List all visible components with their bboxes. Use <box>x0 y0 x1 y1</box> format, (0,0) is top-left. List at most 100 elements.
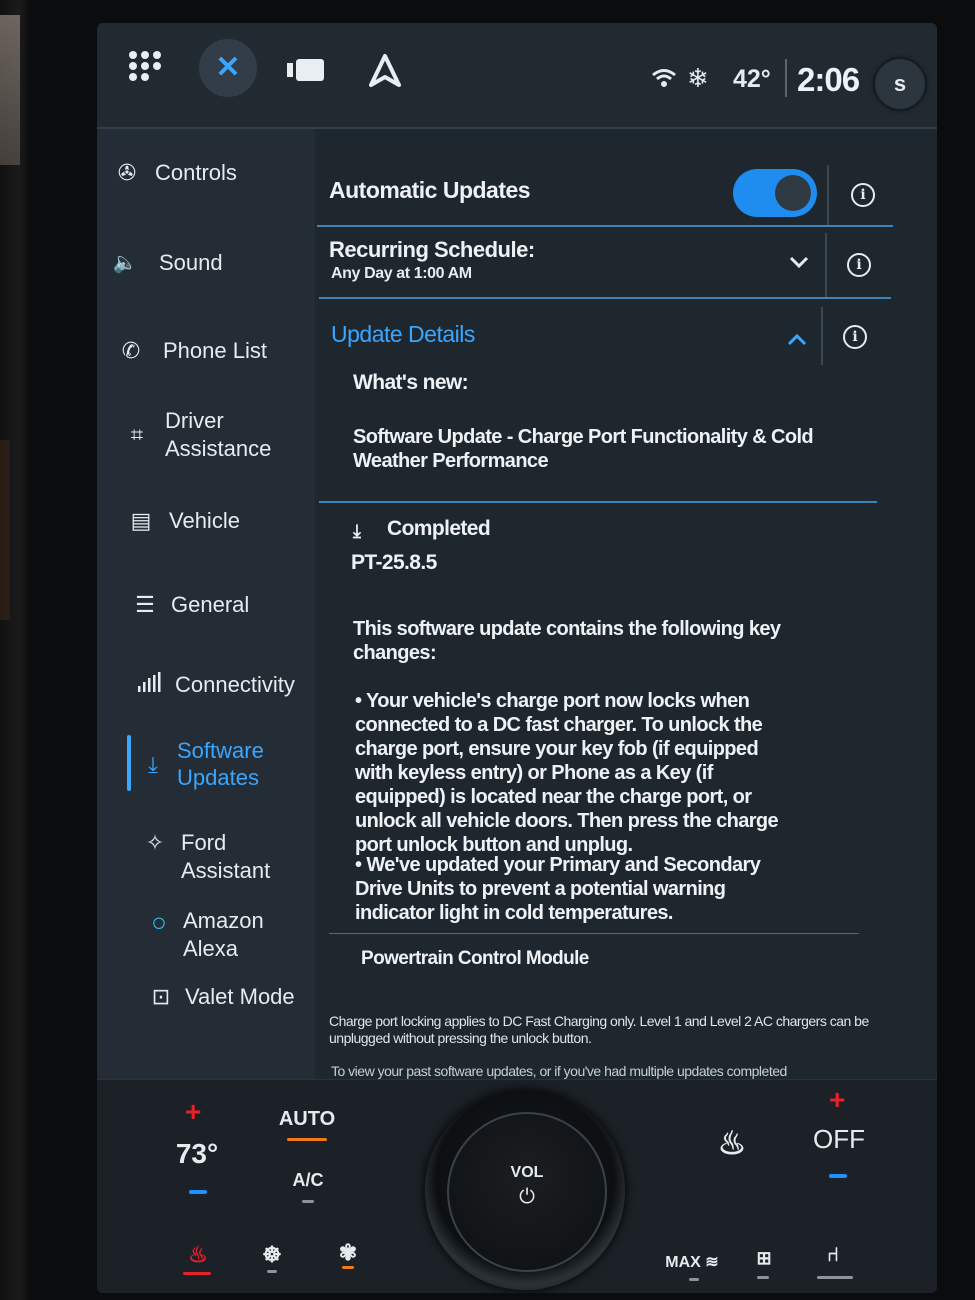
sidebar-item-connectivity[interactable]: Connectivity <box>97 669 315 703</box>
separator <box>821 307 823 365</box>
sidebar-item-software-updates[interactable]: ⤓ Software Updates <box>97 735 315 795</box>
close-button[interactable]: ✕ <box>199 39 257 97</box>
update-bullet-2: • We've updated your Primary and Seconda… <box>355 854 761 924</box>
sidebar-item-ford-assistant[interactable]: ✧ Ford Assistant <box>97 827 315 883</box>
download-complete-icon: ⤓ <box>353 521 361 541</box>
chevron-down-icon[interactable] <box>789 249 809 275</box>
sidebar-item-vehicle[interactable]: ▤ Vehicle <box>97 505 315 539</box>
signal-bars-icon <box>135 671 163 699</box>
profile-avatar[interactable]: s <box>875 59 925 109</box>
recurring-schedule-value: Any Day at 1:00 AM <box>331 265 472 282</box>
sidebar-item-amazon-alexa[interactable]: ○ Amazon Alexa <box>97 905 315 961</box>
module-label: Powertrain Control Module <box>361 948 589 969</box>
toggle-knob <box>775 175 811 211</box>
navigation-icon[interactable] <box>367 53 403 89</box>
top-bar: ✕ ❄ 42° 2:06 s <box>97 23 937 129</box>
fan-indicator <box>342 1266 354 1269</box>
whats-new-label: What's new: <box>353 371 469 394</box>
info-icon[interactable]: i <box>847 253 871 277</box>
clock: 2:06 <box>797 61 860 98</box>
fan-icon[interactable]: ✾ <box>333 1240 363 1266</box>
ambient-reflection <box>0 440 10 620</box>
heated-seat-indicator <box>183 1272 211 1275</box>
sidebar-item-driver-assistance[interactable]: ⌗ Driver Assistance <box>97 407 315 467</box>
rear-defrost-indicator <box>757 1276 769 1279</box>
heated-seat-icon[interactable]: ♨ <box>183 1242 213 1268</box>
heated-wheel-indicator <box>267 1270 277 1273</box>
max-defrost-button[interactable]: MAX ≋ <box>657 1252 727 1272</box>
sidebar-item-controls[interactable]: ✇ Controls <box>97 157 315 191</box>
sidebar-item-sound[interactable]: 🔈 Sound <box>97 247 315 281</box>
volume-knob[interactable]: VOL ⏻ <box>425 1090 625 1290</box>
row-divider <box>317 225 893 227</box>
alexa-icon: ○ <box>151 907 167 937</box>
software-updates-panel: Automatic Updates i Recurring Schedule: … <box>315 129 937 1079</box>
passenger-temperature: OFF <box>813 1124 865 1154</box>
power-icon: ⏻ <box>519 1186 535 1208</box>
update-bullet-1: • Your vehicle's charge port now locks w… <box>355 690 779 856</box>
snowflake-icon: ❄ <box>687 63 709 93</box>
footer-note: To view your past software updates, or i… <box>331 1063 787 1079</box>
recurring-schedule-label: Recurring Schedule: <box>329 237 535 262</box>
separator <box>827 165 829 227</box>
ac-button[interactable]: A/C <box>283 1170 333 1191</box>
info-icon[interactable]: i <box>843 325 867 349</box>
completed-status: Completed <box>387 517 491 540</box>
sliders-icon: ☰ <box>135 592 155 617</box>
sidebar-item-label: Driver Assistance <box>165 408 272 461</box>
ac-indicator <box>302 1200 314 1203</box>
passenger-temp-down-button[interactable] <box>829 1174 847 1178</box>
rear-defrost-icon[interactable]: ⊞ <box>749 1248 779 1269</box>
heated-wheel-icon[interactable]: ☸ <box>257 1242 287 1268</box>
ambient-reflection <box>0 15 20 165</box>
row-divider <box>329 933 859 934</box>
passenger-temp-up-button[interactable]: + <box>829 1084 845 1116</box>
valet-icon: ⊡ <box>151 984 171 1009</box>
sidebar-item-label: General <box>171 592 250 617</box>
sidebar-item-general[interactable]: ☰ General <box>97 589 315 623</box>
max-label: MAX <box>665 1254 701 1271</box>
climate-control-bar: + 73° AUTO A/C VOL ⏻ ♨ + OFF ♨ ☸ ✾ MAX ≋… <box>97 1079 937 1293</box>
driver-temperature: 73° <box>175 1138 219 1169</box>
settings-sidebar: ✇ Controls 🔈 Sound ✆ Phone List ⌗ Driver… <box>97 129 315 1079</box>
driver-temp-down-button[interactable] <box>189 1190 207 1194</box>
sidebar-item-label: Connectivity <box>175 672 295 697</box>
update-title: Software Update - Charge Port Functional… <box>353 426 814 472</box>
close-icon: ✕ <box>215 51 241 84</box>
seat-cooling-icon[interactable]: ♨ <box>707 1124 757 1162</box>
driver-temp-up-button[interactable]: + <box>185 1096 201 1128</box>
assistant-icon: ✧ <box>145 830 165 855</box>
speaker-icon: 🔈 <box>112 252 138 274</box>
phone-icon: ✆ <box>121 338 141 363</box>
media-icon[interactable] <box>287 59 325 81</box>
chevron-up-icon[interactable] <box>787 327 807 353</box>
sidebar-item-phone-list[interactable]: ✆ Phone List <box>97 335 315 369</box>
auto-indicator <box>287 1138 327 1141</box>
apps-grid-icon[interactable] <box>129 51 165 81</box>
row-divider <box>319 297 891 299</box>
info-icon[interactable]: i <box>851 183 875 207</box>
sidebar-item-label: Software Updates <box>177 738 264 790</box>
max-defrost-indicator <box>689 1278 699 1281</box>
download-icon: ⤓ <box>148 752 158 777</box>
infotainment-screen: ✕ ❄ 42° 2:06 s ✇ Controls 🔈 Sound ✆ Phon… <box>97 23 937 1293</box>
sidebar-item-label: Amazon Alexa <box>183 908 264 961</box>
automatic-updates-toggle[interactable] <box>733 169 817 217</box>
sidebar-item-label: Vehicle <box>169 508 240 533</box>
auto-button[interactable]: AUTO <box>277 1108 337 1131</box>
sidebar-item-label: Controls <box>155 160 237 185</box>
passenger-seat-icon[interactable]: ⑁ <box>815 1244 851 1267</box>
topbar-divider <box>785 59 787 97</box>
outside-temperature: 42° <box>733 65 771 93</box>
volume-label: VOL <box>510 1164 544 1181</box>
sidebar-item-label: Valet Mode <box>185 984 295 1009</box>
passenger-seat-indicator <box>817 1276 853 1279</box>
charging-note: Charge port locking applies to DC Fast C… <box>329 1013 869 1046</box>
sidebar-item-label: Sound <box>159 250 223 275</box>
row-divider <box>319 501 877 503</box>
driver-assistance-icon: ⌗ <box>130 422 144 447</box>
update-details-label[interactable]: Update Details <box>331 321 475 348</box>
sidebar-item-label: Ford Assistant <box>181 830 271 883</box>
update-intro: This software update contains the follow… <box>353 618 781 664</box>
sidebar-item-valet-mode[interactable]: ⊡ Valet Mode <box>97 981 315 1015</box>
